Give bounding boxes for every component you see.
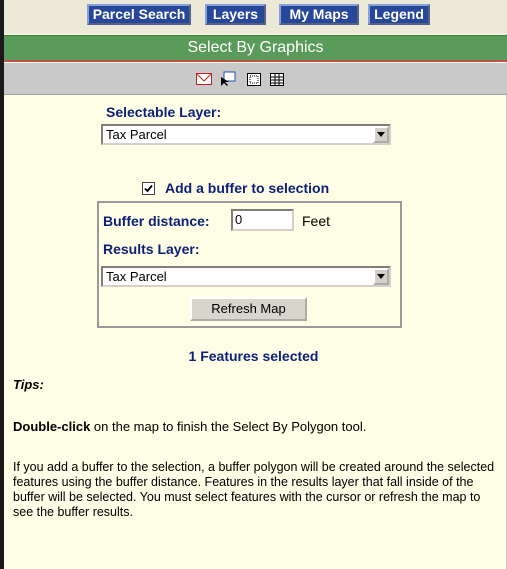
select-pointer-icon[interactable]	[218, 70, 238, 88]
my-maps-button[interactable]: My Maps	[279, 4, 359, 25]
buffer-checkbox-label[interactable]: Add a buffer to selection	[165, 180, 329, 196]
page-title: Select By Graphics	[187, 39, 324, 56]
buffer-checkbox-row: Add a buffer to selection	[142, 180, 329, 196]
tip-double-click-text: on the map to finish the Select By Polyg…	[90, 419, 367, 434]
table-icon[interactable]	[267, 70, 287, 88]
selection-status: 1 Features selected	[188, 348, 319, 364]
title-bar: Select By Graphics	[4, 35, 507, 62]
buffer-checkbox[interactable]	[142, 181, 155, 195]
buffer-distance-label: Buffer distance:	[103, 213, 210, 229]
selectable-layer-value: Tax Parcel	[106, 127, 167, 142]
chevron-down-icon[interactable]	[373, 268, 389, 285]
results-layer-value: Tax Parcel	[106, 269, 167, 284]
chevron-down-icon[interactable]	[373, 126, 389, 143]
checkmark-icon	[144, 184, 153, 192]
layers-button[interactable]: Layers	[205, 4, 266, 25]
results-layer-label: Results Layer:	[103, 241, 200, 257]
tool-row	[4, 63, 507, 95]
legend-button[interactable]: Legend	[368, 4, 430, 25]
buffer-panel: Buffer distance: 0 Feet Results Layer: T…	[97, 201, 402, 328]
parcel-search-button[interactable]: Parcel Search	[87, 4, 191, 25]
buffer-units-label: Feet	[302, 213, 331, 229]
rectangle-select-icon[interactable]	[244, 70, 264, 88]
results-layer-select[interactable]: Tax Parcel	[101, 266, 391, 287]
selectable-layer-select[interactable]: Tax Parcel	[101, 124, 391, 145]
top-nav: Parcel Search Layers My Maps Legend	[4, 0, 507, 34]
refresh-map-button[interactable]: Refresh Map	[190, 297, 307, 321]
tip-buffer-paragraph: If you add a buffer to the selection, a …	[13, 460, 495, 519]
selectable-layer-label: Selectable Layer:	[106, 104, 222, 120]
tips-heading: Tips:	[13, 377, 44, 392]
envelope-polygon-icon[interactable]	[194, 70, 214, 88]
buffer-distance-input[interactable]: 0	[231, 209, 294, 231]
tip-double-click: Double-click on the map to finish the Se…	[13, 419, 366, 434]
tip-double-click-bold: Double-click	[13, 419, 91, 434]
